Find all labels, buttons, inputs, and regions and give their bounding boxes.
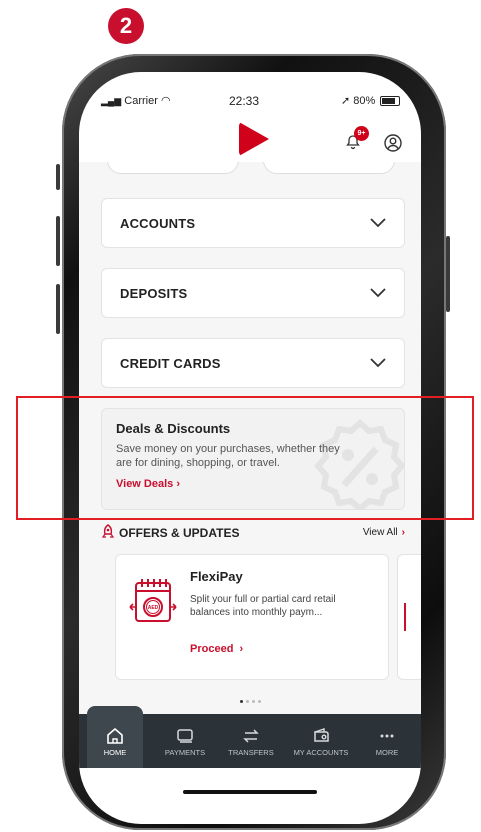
deals-description: Save money on your purchases, whether th…	[116, 443, 340, 469]
page-dot[interactable]	[245, 700, 249, 703]
offer-card-next-partial[interactable]	[397, 554, 421, 680]
tab-more[interactable]: MORE	[361, 714, 413, 768]
power-button	[446, 236, 450, 312]
page-dot[interactable]	[257, 700, 261, 703]
app-header: 9+	[79, 122, 421, 162]
profile-icon[interactable]	[384, 134, 402, 152]
step-number-badge: 2	[108, 8, 144, 44]
wallet-icon	[314, 728, 329, 742]
quick-action-card[interactable]	[263, 162, 395, 174]
card-accent-bar	[404, 603, 406, 631]
offer-title: FlexiPay	[190, 569, 243, 584]
status-time: 22:33	[229, 94, 260, 108]
more-icon	[380, 734, 394, 738]
carrier-status: ▂▄▆ Carrier ◠	[101, 94, 171, 107]
view-deals-label: View Deals	[116, 478, 174, 490]
chevron-right-icon: ›	[236, 643, 244, 655]
aed-label: AED	[148, 605, 159, 611]
chevron-down-icon	[370, 358, 386, 368]
carrier-label: Carrier	[124, 95, 158, 107]
tab-label: MORE	[375, 748, 399, 757]
tab-payments[interactable]: PAYMENTS	[155, 714, 215, 768]
notification-count-badge: 9+	[354, 126, 369, 141]
accordion-credit-cards[interactable]: CREDIT CARDS	[101, 338, 405, 388]
tab-label: PAYMENTS	[164, 748, 206, 757]
volume-down-button	[56, 284, 60, 334]
battery-icon	[380, 96, 401, 107]
chevron-down-icon	[370, 218, 386, 228]
page-dot[interactable]	[251, 700, 255, 703]
calendar-aed-icon: AED	[129, 579, 177, 622]
accordion-label: CREDIT CARDS	[120, 355, 221, 371]
accordion-label: ACCOUNTS	[120, 215, 196, 231]
view-all-label: View All	[362, 527, 398, 538]
quick-action-card[interactable]	[107, 162, 239, 174]
payments-icon	[177, 729, 193, 743]
mute-switch	[56, 164, 60, 190]
offers-header: OFFERS & UPDATES View All ›	[101, 524, 405, 544]
status-bar: ▂▄▆ Carrier ◠ 22:33 ➚ 80%	[79, 72, 421, 122]
location-arrow-icon: ➚	[341, 95, 351, 107]
accordion-accounts[interactable]: ACCOUNTS	[101, 198, 405, 248]
bank-logo	[239, 122, 269, 156]
wifi-icon: ◠	[160, 95, 171, 107]
tab-label: TRANSFERS	[228, 748, 274, 757]
bottom-tab-bar: HOME PAYMENTS TRANSFERS MY ACCOUNTS MORE	[79, 706, 421, 768]
volume-up-button	[56, 216, 60, 266]
home-indicator	[183, 790, 317, 794]
rocket-icon	[101, 524, 115, 538]
chevron-down-icon	[370, 288, 386, 298]
home-icon	[107, 728, 123, 744]
transfers-icon	[243, 729, 259, 743]
proceed-link[interactable]: Proceed ›	[190, 643, 243, 655]
proceed-label: Proceed	[190, 643, 234, 655]
view-deals-link[interactable]: View Deals ›	[116, 478, 390, 490]
offers-title: OFFERS & UPDATES	[119, 526, 240, 540]
battery-status: ➚ 80%	[341, 94, 401, 107]
tab-transfers[interactable]: TRANSFERS	[219, 714, 283, 768]
chevron-right-icon: ›	[176, 478, 181, 490]
chevron-right-icon: ›	[401, 527, 405, 538]
accordion-label: DEPOSITS	[120, 285, 188, 301]
offer-description: Split your full or partial card retail b…	[190, 594, 336, 618]
battery-percent: 80%	[353, 95, 376, 107]
offer-card-flexipay[interactable]: AED FlexiPay Split your full or partial …	[115, 554, 389, 680]
accordion-deposits[interactable]: DEPOSITS	[101, 268, 405, 318]
page-dot-active[interactable]	[239, 700, 243, 703]
tab-label: HOME	[103, 748, 127, 757]
tab-my-accounts[interactable]: MY ACCOUNTS	[285, 714, 357, 768]
view-all-link[interactable]: View All ›	[363, 527, 405, 538]
signal-icon: ▂▄▆	[101, 96, 122, 106]
tab-home[interactable]: HOME	[87, 706, 143, 768]
tab-label: MY ACCOUNTS	[293, 748, 349, 757]
